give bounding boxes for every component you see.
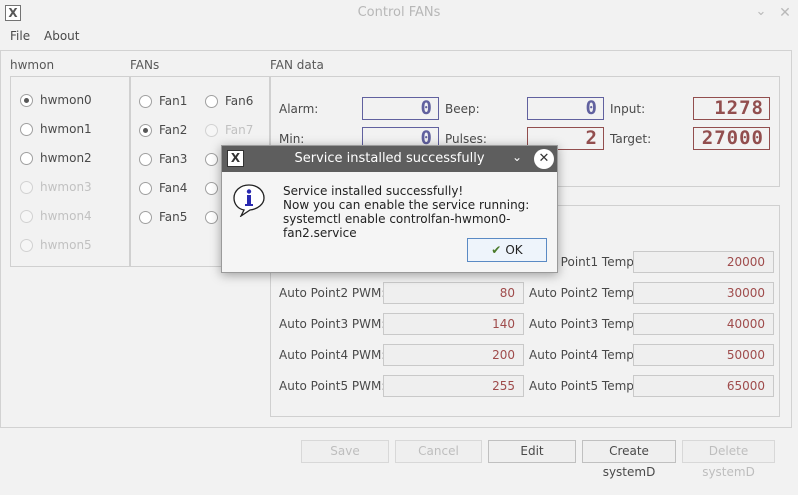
dialog-title: Service installed successfully	[294, 151, 485, 166]
service-dialog: X Service installed successfully ⌄ ✕ Ser…	[221, 145, 558, 273]
dialog-message-line3: systemctl enable controlfan-hwmon0-fan2.…	[283, 212, 511, 240]
dialog-message-line1: Service installed successfully!	[283, 184, 464, 198]
ok-button[interactable]: ✔ OK	[467, 238, 547, 262]
chevron-down-icon[interactable]: ⌄	[512, 150, 522, 164]
close-icon[interactable]: ✕	[534, 149, 554, 169]
dialog-message-line2: Now you can enable the service running:	[283, 198, 530, 212]
check-icon: ✔	[491, 243, 502, 257]
info-icon	[233, 184, 265, 217]
